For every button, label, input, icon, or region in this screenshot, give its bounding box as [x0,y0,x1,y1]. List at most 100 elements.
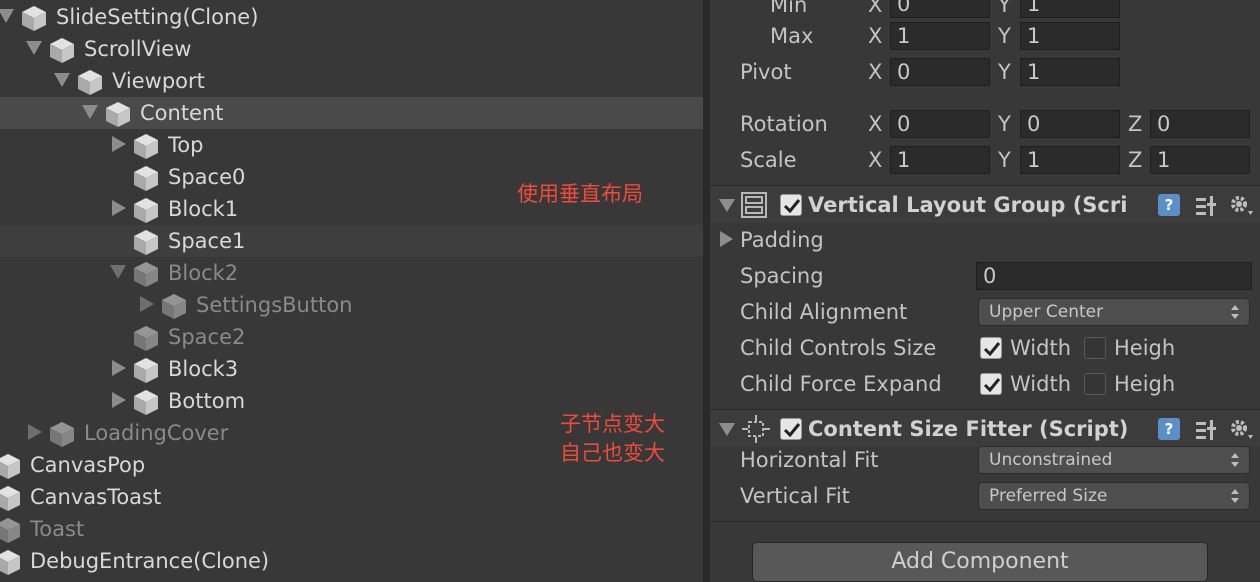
gameobject-cube-icon [78,70,102,95]
axis-x-label: X [868,24,883,48]
controls-width-checkbox[interactable] [980,337,1002,359]
annotation-vertical-layout: 使用垂直布局 [517,182,643,206]
axis-z-label: Z [1128,148,1143,172]
gameobject-cube-icon [0,486,20,511]
anchor-max-x-field[interactable]: 1 [890,22,990,50]
rotation-x-field[interactable]: 0 [890,110,990,138]
axis-y-label: Y [998,112,1011,136]
hierarchy-item[interactable]: Toast [0,513,703,545]
axis-y-label: Y [998,0,1011,17]
padding-label[interactable]: Padding [740,227,824,253]
controls-width-label: Width [1010,336,1072,360]
expand-arrow-icon[interactable] [82,105,98,119]
collapse-arrow-icon[interactable] [140,296,154,312]
collapse-arrow-icon[interactable] [112,392,126,408]
gameobject-cube-icon [134,198,158,223]
horizontal-fit-dropdown[interactable]: Unconstrained [978,446,1250,474]
hierarchy-item-label: Content [140,101,224,125]
collapse-arrow-icon[interactable] [112,360,126,376]
scale-y-field[interactable]: 1 [1020,146,1120,174]
vertical-layout-enabled-checkbox[interactable] [780,194,802,216]
axis-z-label: Z [1128,112,1143,136]
hierarchy-item[interactable]: Content [0,97,703,129]
hierarchy-item-label: SlideSetting(Clone) [56,5,259,29]
spacing-field[interactable]: 0 [976,262,1252,290]
annotation-child-grow-2: 自己也变大 [560,441,665,465]
content-size-fitter-icon [742,415,770,443]
help-book-icon[interactable]: ? [1158,194,1180,216]
hierarchy-item-label: DebugEntrance(Clone) [30,549,270,573]
hierarchy-item[interactable]: Top [0,129,703,161]
rotation-y-field[interactable]: 0 [1020,110,1120,138]
content-size-fitter-enabled-checkbox[interactable] [780,418,802,440]
axis-y-label: Y [998,60,1011,84]
hierarchy-item-label: Bottom [168,389,246,413]
anchor-max-y-field[interactable]: 1 [1020,22,1120,50]
child-alignment-dropdown[interactable]: Upper Center [978,298,1250,326]
gear-icon[interactable] [1228,417,1254,443]
collapse-arrow-icon[interactable] [719,199,735,212]
anchor-min-y-field[interactable]: 1 [1020,0,1120,18]
hierarchy-item[interactable]: Space2 [0,321,703,353]
vertical-layout-icon [741,192,767,218]
hierarchy-item[interactable]: ScrollView [0,33,703,65]
scale-z-field[interactable]: 1 [1150,146,1250,174]
anchor-min-x-field[interactable]: 0 [890,0,990,18]
hierarchy-item-label: Block1 [168,197,239,221]
expand-height-label: Heigh [1114,372,1176,396]
collapse-arrow-icon[interactable] [28,424,42,440]
hierarchy-item[interactable]: Viewport [0,65,703,97]
pivot-x-field[interactable]: 0 [890,58,990,86]
pivot-y-field[interactable]: 1 [1020,58,1120,86]
rotation-z-field[interactable]: 0 [1150,110,1250,138]
expand-width-checkbox[interactable] [980,373,1002,395]
hierarchy-item[interactable]: SlideSetting(Clone) [0,1,703,33]
expand-arrow-icon[interactable] [110,265,126,279]
add-component-button[interactable]: Add Component [752,542,1208,582]
gameobject-cube-icon [134,262,158,287]
hierarchy-panel: SlideSetting(Clone) ScrollView Viewport Con… [0,0,703,582]
hierarchy-item[interactable]: Space1 [0,225,703,257]
expand-height-checkbox[interactable] [1084,373,1106,395]
controls-height-label: Heigh [1114,336,1176,360]
axis-y-label: Y [998,148,1011,172]
hierarchy-item-label: LoadingCover [84,421,229,445]
presets-icon[interactable] [1194,418,1218,442]
content-size-fitter-header[interactable]: Content Size Fitter (Script) ? [710,409,1260,447]
expand-arrow-icon[interactable] [0,9,14,23]
collapse-arrow-icon[interactable] [112,200,126,216]
hierarchy-item[interactable]: Block3 [0,353,703,385]
vertical-layout-title: Vertical Layout Group (Scri [808,193,1128,217]
scale-label: Scale [740,148,797,172]
expand-arrow-icon[interactable] [26,41,42,55]
presets-icon[interactable] [1194,194,1218,218]
dropdown-arrows-icon [1231,453,1239,467]
content-size-fitter-title: Content Size Fitter (Script) [808,417,1129,441]
axis-x-label: X [868,148,883,172]
hierarchy-item-label: Viewport [112,69,205,93]
padding-expand-arrow-icon[interactable] [720,231,733,247]
hierarchy-item[interactable]: SettingsButton [0,289,703,321]
spacing-label: Spacing [740,264,824,288]
hierarchy-item[interactable]: CanvasToast [0,481,703,513]
gameobject-cube-icon [134,166,158,191]
child-controls-size-label: Child Controls Size [740,336,937,360]
expand-arrow-icon[interactable] [54,73,70,87]
gameobject-cube-icon [162,294,186,319]
gameobject-cube-icon [0,454,20,479]
controls-height-checkbox[interactable] [1084,337,1106,359]
hierarchy-item-label: CanvasPop [30,453,146,477]
anchor-max-label: Max [770,24,814,48]
collapse-arrow-icon[interactable] [719,423,735,436]
vertical-layout-group-header[interactable]: Vertical Layout Group (Scri ? [710,185,1260,223]
scale-x-field[interactable]: 1 [890,146,990,174]
hierarchy-item[interactable]: DebugEntrance(Clone) [0,545,703,577]
gear-icon[interactable] [1228,193,1254,219]
vertical-fit-dropdown[interactable]: Preferred Size [978,482,1250,510]
vertical-fit-value: Preferred Size [989,486,1108,506]
panel-splitter[interactable] [703,0,710,582]
help-book-icon[interactable]: ? [1158,418,1180,440]
collapse-arrow-icon[interactable] [112,136,126,152]
hierarchy-item[interactable]: Block2 [0,257,703,289]
dropdown-arrows-icon [1231,489,1239,503]
